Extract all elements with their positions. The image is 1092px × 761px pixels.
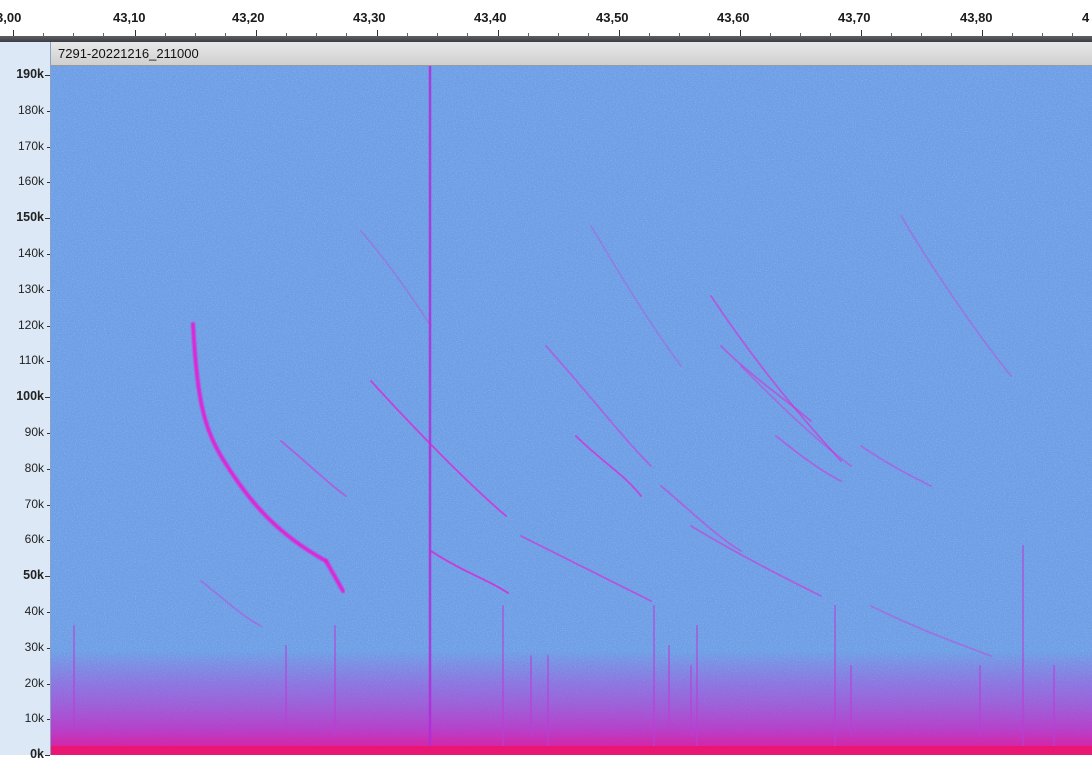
time-tick-label: 43,70 [838, 10, 871, 25]
frequency-tick [47, 612, 50, 613]
frequency-tick [47, 254, 50, 255]
time-tick-label: 43,30 [353, 10, 386, 25]
frequency-tick [45, 218, 50, 220]
frequency-label: 60k [24, 532, 44, 547]
frequency-tick [47, 647, 50, 649]
time-tick-label: 43,80 [960, 10, 993, 25]
frequency-label: 120k [17, 317, 44, 332]
track-name: 7291-20221216_211000 [58, 46, 199, 61]
frequency-label: 70k [24, 496, 44, 511]
frequency-label: 100k [16, 389, 44, 404]
frequency-tick [47, 325, 50, 327]
zero-frequency-band [51, 746, 1092, 755]
frequency-tick [47, 361, 50, 363]
frequency-label: 10k [24, 711, 44, 726]
frequency-tick [47, 468, 50, 470]
time-tick-label: 43,40 [474, 10, 507, 25]
frequency-tick [45, 75, 50, 76]
frequency-tick [47, 504, 50, 506]
frequency-label: 20k [24, 675, 44, 690]
frequency-label: 40k [24, 604, 44, 618]
low-frequency-noise-band [51, 651, 1092, 755]
spectrogram-view[interactable] [51, 66, 1092, 755]
frequency-tick [47, 719, 50, 721]
frequency-tick [47, 182, 50, 184]
frequency-label: 130k [17, 281, 44, 296]
time-tick-label: 4 [1082, 10, 1090, 25]
frequency-tick [45, 755, 50, 757]
frequency-scale[interactable]: 190k 180k 170k 160k 150k 140k 130k 120k 110k 100k… [0, 42, 51, 761]
frequency-label: 150k [16, 210, 44, 225]
spectrogram-image [51, 66, 1092, 755]
frequency-tick [45, 397, 50, 399]
track-header[interactable]: 7291-20221216_211000 [51, 42, 1092, 66]
time-tick-label: 3,00 [0, 10, 22, 25]
frequency-tick [47, 110, 50, 112]
frequency-tick [47, 540, 50, 542]
frequency-tick [47, 433, 50, 434]
frequency-label: 90k [24, 425, 44, 439]
frequency-label: 110k [18, 353, 44, 368]
frequency-label: 180k [17, 102, 44, 117]
time-tick-label: 43,10 [113, 10, 146, 25]
frequency-label: 190k [16, 67, 44, 81]
frequency-label: 30k [24, 639, 44, 654]
time-tick-label: 43,50 [596, 10, 629, 25]
time-ruler[interactable]: 3,00 43,10 43,20 43,30 43,40 43,50 43,60 43,70 4… [0, 0, 1092, 37]
time-tick-label: 43,20 [232, 10, 265, 25]
frequency-tick [47, 289, 50, 291]
frequency-tick [45, 576, 50, 578]
frequency-label: 140k [17, 246, 44, 260]
frequency-label: 0k [30, 747, 44, 761]
frequency-label: 160k [17, 174, 44, 189]
frequency-tick [47, 146, 50, 148]
frequency-label: 80k [24, 460, 44, 475]
frequency-tick [47, 683, 50, 685]
frequency-label: 50k [23, 568, 44, 583]
time-tick-label: 43,60 [717, 10, 750, 25]
frequency-label: 170k [17, 138, 44, 153]
